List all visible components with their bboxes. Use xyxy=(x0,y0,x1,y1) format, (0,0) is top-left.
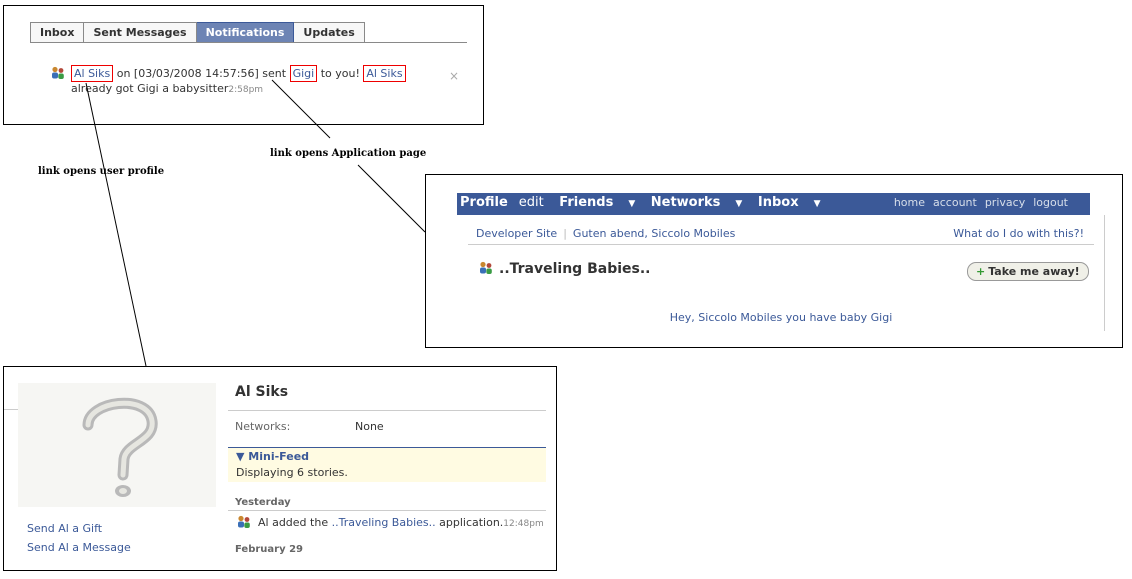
question-mark-icon xyxy=(82,397,158,497)
nav-friends[interactable]: Friends ▼ xyxy=(559,193,635,214)
app-icon xyxy=(480,261,492,274)
nav-edit[interactable]: edit xyxy=(519,193,544,213)
application-subnav: Developer Site | Guten abend, Siccolo Mobi… xyxy=(468,225,1094,245)
help-link[interactable]: What do I do with this?! xyxy=(953,227,1084,240)
nav-home[interactable]: home xyxy=(894,196,925,209)
nav-inbox-label: Inbox xyxy=(757,195,799,210)
mini-feed-title: ▼ Mini-Feed xyxy=(236,450,310,463)
take-me-away-label: Take me away! xyxy=(988,265,1080,278)
networks-value: None xyxy=(355,420,384,433)
nav-privacy[interactable]: privacy xyxy=(985,196,1025,209)
nav-networks[interactable]: Networks ▼ xyxy=(651,193,743,214)
nav-inbox[interactable]: Inbox ▼ xyxy=(758,193,821,214)
profile-picture xyxy=(18,383,216,507)
separator: | xyxy=(563,227,567,240)
profile-name: Al Siks xyxy=(235,384,289,400)
greeting-link[interactable]: Guten abend, Siccolo Mobiles xyxy=(573,227,735,240)
tab-notifications[interactable]: Notifications xyxy=(196,22,295,42)
mini-feed-count-text: Displaying 6 stories. xyxy=(236,466,348,479)
feed-story-app-link[interactable]: ..Traveling Babies.. xyxy=(332,516,436,529)
tab-inbox[interactable]: Inbox xyxy=(30,22,85,42)
tab-updates[interactable]: Updates xyxy=(294,22,365,42)
application-link[interactable]: Gigi xyxy=(289,65,318,82)
application-canvas: Developer Site | Guten abend, Siccolo Mobi… xyxy=(458,215,1105,331)
user-profile-link[interactable]: Al Siks xyxy=(71,65,114,82)
chevron-down-icon: ▼ xyxy=(735,199,743,209)
application-title: ..Traveling Babies.. xyxy=(478,261,650,277)
feed-date-february: February 29 xyxy=(235,544,304,555)
divider xyxy=(228,510,546,511)
notifications-panel: Inbox Sent Messages Notifications Update… xyxy=(3,5,484,125)
networks-label: Networks: xyxy=(235,420,291,433)
application-page-panel: Profile edit Friends ▼ Networks ▼ Inbox ▼ ho… xyxy=(425,174,1123,348)
notification-text: to you! xyxy=(317,67,364,80)
nav-account[interactable]: account xyxy=(933,196,977,209)
divider xyxy=(228,410,546,411)
send-gift-link[interactable]: Send Al a Gift xyxy=(27,522,102,535)
mini-feed-header[interactable]: ▼ Mini-Feed xyxy=(228,447,546,464)
nav-friends-label: Friends xyxy=(559,195,614,210)
notification-item: Al Siks on [03/03/2008 14:57:56] sent Gi… xyxy=(50,65,440,98)
notification-text: on [03/03/2008 14:57:56] sent xyxy=(113,67,290,80)
feed-story-suffix: application. xyxy=(435,516,504,529)
developer-site-link[interactable]: Developer Site xyxy=(476,227,557,240)
nav-networks-label: Networks xyxy=(650,195,721,210)
feed-story-time: 12:48pm xyxy=(503,519,544,529)
chevron-down-icon: ▼ xyxy=(628,199,636,209)
feed-date-yesterday: Yesterday xyxy=(235,497,291,508)
feed-story: Al added the ..Traveling Babies.. applic… xyxy=(236,515,544,529)
nav-logout[interactable]: logout xyxy=(1033,196,1068,209)
application-title-text: ..Traveling Babies.. xyxy=(499,261,651,277)
annotation-user-profile: link opens user profile xyxy=(38,166,165,177)
user-profile-panel: Send Al a Gift Send Al a Message Al Siks… xyxy=(3,366,557,571)
notification-time: 2:58pm xyxy=(228,85,264,95)
take-me-away-button[interactable]: + Take me away! xyxy=(967,262,1089,281)
application-message: Hey, Siccolo Mobiles you have baby Gigi xyxy=(669,311,893,324)
nav-profile[interactable]: Profile xyxy=(460,193,508,213)
plus-icon: + xyxy=(976,265,986,278)
app-icon xyxy=(238,515,250,528)
send-message-link[interactable]: Send Al a Message xyxy=(27,541,131,554)
feed-story-prefix: Al added the xyxy=(258,516,332,529)
mini-feed-count: Displaying 6 stories. xyxy=(228,464,546,482)
user-profile-link-2[interactable]: Al Siks xyxy=(363,65,406,82)
annotation-application-page: link opens Application page xyxy=(270,148,427,159)
top-navigation-bar: Profile edit Friends ▼ Networks ▼ Inbox ▼ ho… xyxy=(457,193,1090,215)
message-tabs: Inbox Sent Messages Notifications Update… xyxy=(30,22,467,43)
tab-sent-messages[interactable]: Sent Messages xyxy=(84,22,197,42)
notification-text: already got Gigi a babysitter xyxy=(71,82,229,95)
chevron-down-icon: ▼ xyxy=(813,199,821,209)
app-icon xyxy=(52,66,64,79)
close-icon[interactable]: × xyxy=(449,69,459,83)
